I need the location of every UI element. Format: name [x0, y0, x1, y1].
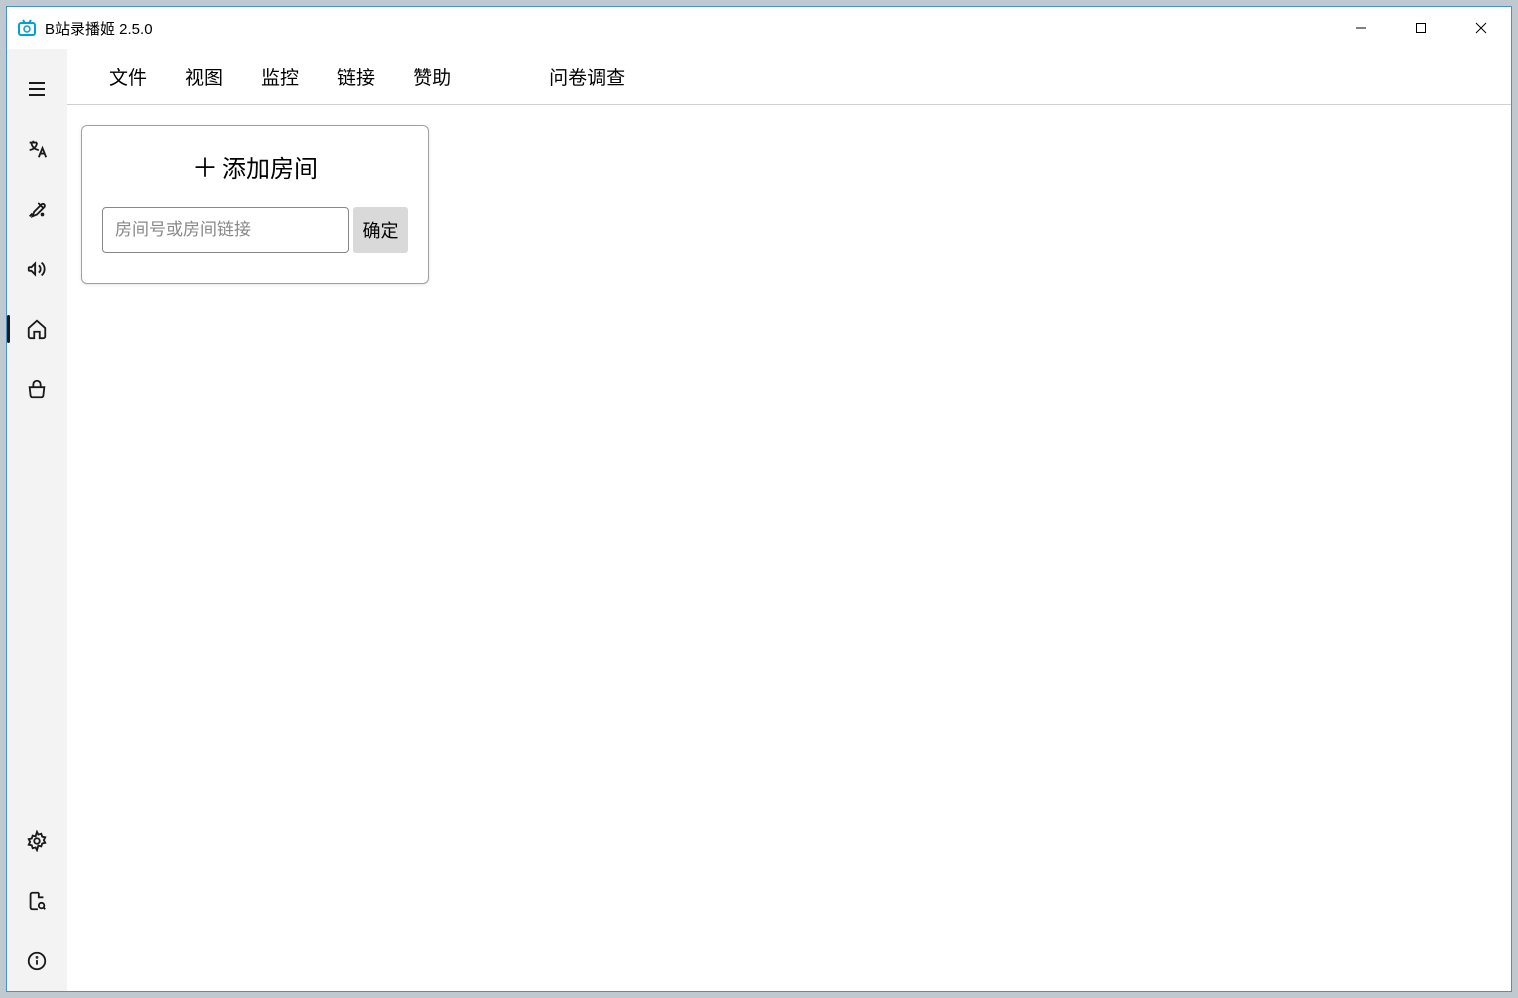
sidebar-item-toolbox[interactable] — [13, 365, 61, 413]
toolbox-icon — [26, 378, 48, 400]
minimize-button[interactable] — [1331, 7, 1391, 49]
megaphone-icon — [26, 258, 48, 280]
sidebar-item-language[interactable] — [13, 125, 61, 173]
info-icon — [26, 950, 48, 972]
main-area: 文件 视图 监控 链接 赞助 问卷调查 ＋ 添加房间 确定 — [67, 49, 1511, 991]
menu-monitor[interactable]: 监控 — [257, 57, 303, 96]
menu-sponsor[interactable]: 赞助 — [409, 57, 455, 96]
sidebar-item-about[interactable] — [13, 937, 61, 985]
add-room-input-row: 确定 — [102, 207, 408, 253]
plus-icon: ＋ — [192, 148, 218, 185]
menubar: 文件 视图 监控 链接 赞助 问卷调查 — [67, 49, 1511, 105]
gear-icon — [26, 830, 48, 852]
paint-icon — [26, 198, 48, 220]
body-area: 文件 视图 监控 链接 赞助 问卷调查 ＋ 添加房间 确定 — [7, 49, 1511, 991]
menu-link[interactable]: 链接 — [333, 57, 379, 96]
confirm-button[interactable]: 确定 — [353, 207, 408, 253]
titlebar: B站录播姬 2.5.0 — [7, 7, 1511, 49]
hamburger-icon — [26, 78, 48, 100]
sidebar-item-home[interactable] — [13, 305, 61, 353]
menu-view[interactable]: 视图 — [181, 57, 227, 96]
window-controls — [1331, 7, 1511, 49]
sidebar-item-settings[interactable] — [13, 817, 61, 865]
app-window: B站录播姬 2.5.0 — [6, 6, 1512, 992]
content-area: ＋ 添加房间 确定 — [67, 105, 1511, 991]
menu-survey[interactable]: 问卷调查 — [545, 57, 629, 96]
translate-icon — [26, 138, 48, 160]
window-title: B站录播姬 2.5.0 — [45, 18, 1331, 39]
sidebar-item-announcement[interactable] — [13, 245, 61, 293]
maximize-button[interactable] — [1391, 7, 1451, 49]
menu-file[interactable]: 文件 — [105, 57, 151, 96]
add-room-card: ＋ 添加房间 确定 — [81, 125, 429, 284]
app-icon — [17, 18, 37, 38]
sidebar-item-log[interactable] — [13, 877, 61, 925]
close-button[interactable] — [1451, 7, 1511, 49]
room-id-input[interactable] — [102, 207, 349, 253]
log-icon — [26, 890, 48, 912]
add-room-title: ＋ 添加房间 — [102, 148, 408, 185]
home-icon — [26, 318, 48, 340]
sidebar — [7, 49, 67, 991]
sidebar-menu-toggle[interactable] — [13, 65, 61, 113]
sidebar-item-theme[interactable] — [13, 185, 61, 233]
add-room-title-text: 添加房间 — [222, 149, 318, 184]
